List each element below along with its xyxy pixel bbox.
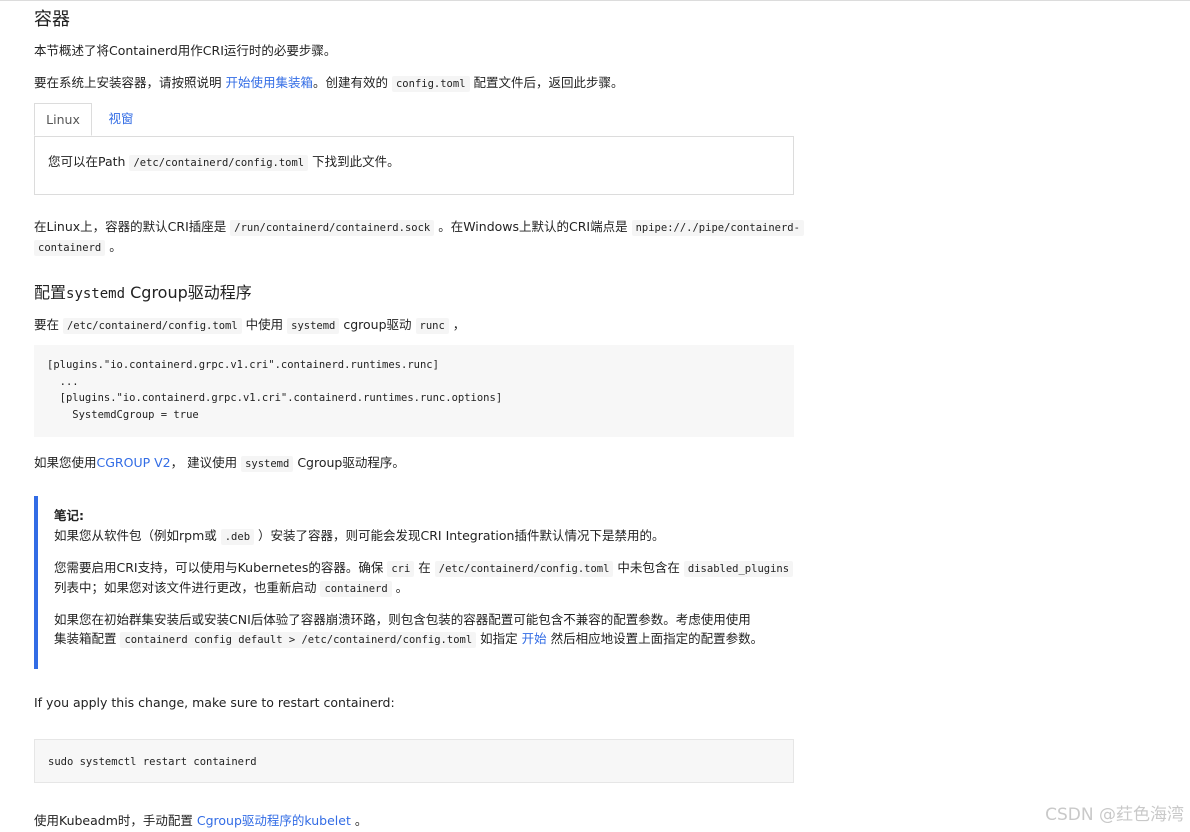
tab-panel-text: 您可以在Path /etc/containerd/config.toml 下找到… — [48, 154, 400, 171]
note-p3-line1: 如果您在初始群集安装后或安装CNI后体验了容器崩溃环路，则包含包装的容器配置可能… — [54, 612, 751, 627]
intro-paragraph: 本节概述了将Containerd用作CRI运行时的必要步骤。 — [34, 43, 337, 58]
csdn-watermark: CSDN @荭色海湾 — [1045, 805, 1184, 825]
inline-code: config.toml — [391, 76, 470, 92]
config-code-block[interactable]: [plugins."io.containerd.grpc.v1.cri".con… — [34, 345, 794, 437]
getting-started-link-2[interactable]: 开始 — [522, 631, 547, 646]
inline-code: /etc/containerd/config.toml — [62, 318, 242, 334]
tab-linux[interactable]: Linux — [34, 103, 92, 136]
endpoint-paragraph-line1: 在Linux上，容器的默认CRI插座是 /run/containerd/cont… — [34, 216, 804, 236]
code-lines: [plugins."io.containerd.grpc.v1.cri".con… — [47, 359, 503, 421]
inline-code: containerd config default > /etc/contain… — [120, 632, 477, 648]
usage-paragraph: 要在 /etc/containerd/config.toml 中使用 syste… — [34, 317, 466, 334]
tab-windows[interactable]: 视窗 — [96, 103, 146, 136]
note-p1: 如果您从软件包（例如rpm或 .deb ）安装了容器，则可能会发现CRI Int… — [54, 528, 665, 545]
note-title: 笔记: — [54, 508, 84, 523]
cgroupv2-paragraph: 如果您使用CGROUP V2， 建议使用 systemd Cgroup驱动程序。 — [34, 455, 405, 472]
inline-code: cri — [387, 561, 415, 577]
inline-code: /etc/containerd/config.toml — [129, 155, 309, 171]
kubeadm-paragraph: 使用Kubeadm时，手动配置 Cgroup驱动程序的kubelet 。 — [34, 813, 368, 828]
note-p2-line2: 列表中；如果您对该文件进行更改，也重新启动 containerd 。 — [54, 580, 409, 597]
note-p3-line2: 集装箱配置 containerd config default > /etc/c… — [54, 631, 764, 648]
restart-paragraph: If you apply this change, make sure to r… — [34, 695, 395, 710]
note-p2-line1: 您需要启用CRI支持，可以使用与Kubernetes的容器。确保 cri 在 /… — [54, 557, 794, 577]
inline-code: systemd — [287, 318, 340, 334]
note-callout: 笔记: 如果您从软件包（例如rpm或 .deb ）安装了容器，则可能会发现CRI… — [34, 496, 794, 669]
os-tabs: Linux 视窗 — [34, 103, 794, 137]
top-divider — [0, 0, 1190, 1]
endpoint-paragraph-line2: containerd 。 — [34, 236, 122, 256]
getting-started-link[interactable]: 开始使用集装箱 — [225, 75, 313, 90]
inline-code: .deb — [220, 529, 255, 545]
inline-code: /etc/containerd/config.toml — [434, 561, 614, 577]
inline-code: containerd — [320, 581, 392, 597]
restart-code-block[interactable]: sudo systemctl restart containerd — [34, 739, 794, 783]
restart-command: sudo systemctl restart containerd — [48, 756, 257, 768]
tab-panel: 您可以在Path /etc/containerd/config.toml 下找到… — [34, 136, 794, 195]
inline-code: /run/containerd/containerd.sock — [230, 220, 435, 236]
inline-code: disabled_plugins — [683, 561, 794, 577]
inline-code: containerd — [34, 240, 106, 256]
section-heading: 配置systemd Cgroup驱动程序 — [34, 283, 252, 302]
cgroup-v2-link[interactable]: CGROUP V2 — [97, 455, 171, 470]
inline-code: systemd — [241, 456, 294, 472]
inline-code: npipe://./pipe/containerd- — [631, 220, 804, 236]
install-paragraph: 要在系统上安装容器，请按照说明 开始使用集装箱。创建有效的 config.tom… — [34, 75, 624, 92]
inline-code: runc — [415, 318, 449, 334]
kubelet-cgroup-link[interactable]: Cgroup驱动程序的kubelet — [197, 813, 351, 828]
page-title: 容器 — [34, 9, 70, 30]
